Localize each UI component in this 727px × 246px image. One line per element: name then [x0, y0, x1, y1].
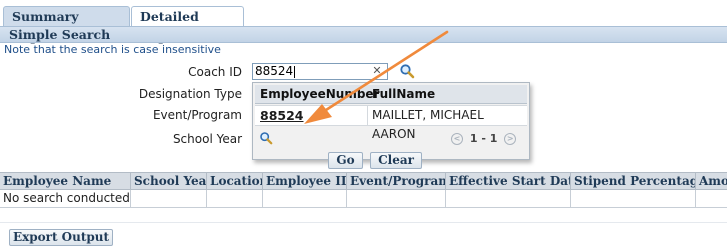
search-icon[interactable] — [259, 131, 273, 145]
clear-x-icon[interactable]: ✕ — [371, 64, 383, 78]
chevron-left-icon[interactable]: < — [451, 133, 463, 145]
table-cell — [347, 190, 446, 207]
designation-type-label: Designation Type — [138, 87, 242, 101]
lov-row[interactable]: 88524 MAILLET, MICHAEL AARON — [255, 105, 527, 141]
column-stipend-percentage[interactable]: Stipend Percentage — [571, 173, 696, 189]
empty-message: No search conducted. — [0, 190, 131, 207]
lov-employee-number-link[interactable]: 88524 — [260, 106, 304, 125]
coach-id-label: Coach ID — [188, 65, 242, 79]
lov-pager-range: 1 - 1 — [469, 132, 498, 145]
table-cell — [207, 190, 263, 207]
school-year-label: School Year — [172, 132, 242, 146]
column-event-program[interactable]: Event/Program — [347, 173, 446, 189]
column-school-year[interactable]: School Year — [131, 173, 207, 189]
lov-column-employee-number: EmployeeNumber — [260, 87, 380, 101]
divider — [0, 222, 727, 223]
column-effective-start-date[interactable]: Effective Start Date — [446, 173, 571, 189]
table-cell — [571, 190, 696, 207]
coach-id-input[interactable]: 88524 — [252, 63, 388, 80]
table-cell — [263, 190, 347, 207]
section-title: Simple Search — [0, 26, 727, 43]
lov-column-separator — [367, 106, 368, 125]
search-icon[interactable] — [399, 63, 415, 79]
results-table-header: Employee Name School Year Location Emplo… — [0, 172, 727, 190]
lov-popup: EmployeeNumber FullName 88524 MAILLET, M… — [252, 82, 530, 160]
table-cell — [696, 190, 727, 207]
lov-pager: < 1 - 1 > — [451, 132, 517, 145]
column-employee-id[interactable]: Employee ID — [263, 173, 347, 189]
lov-header: EmployeeNumber FullName — [255, 85, 527, 104]
table-cell — [131, 190, 207, 207]
tab-detailed-report[interactable]: Detailed Report — [131, 6, 244, 44]
coach-id-value: 88524 — [255, 64, 294, 78]
go-button[interactable]: Go — [328, 152, 363, 169]
clear-button[interactable]: Clear — [370, 152, 422, 169]
search-note: Note that the search is case insensitive — [4, 43, 221, 56]
column-amount[interactable]: Amo — [696, 173, 727, 189]
lov-column-full-name: FullName — [372, 87, 436, 101]
text-caret — [294, 65, 296, 78]
event-program-label: Event/Program — [152, 108, 242, 122]
tab-summary-report[interactable]: Summary Report — [3, 6, 130, 44]
column-employee-name[interactable]: Employee Name — [0, 173, 131, 189]
column-location[interactable]: Location — [207, 173, 263, 189]
export-output-button[interactable]: Export Output — [9, 229, 113, 246]
table-cell — [446, 190, 571, 207]
chevron-right-icon[interactable]: > — [504, 133, 517, 145]
table-row: No search conducted. — [0, 190, 727, 208]
